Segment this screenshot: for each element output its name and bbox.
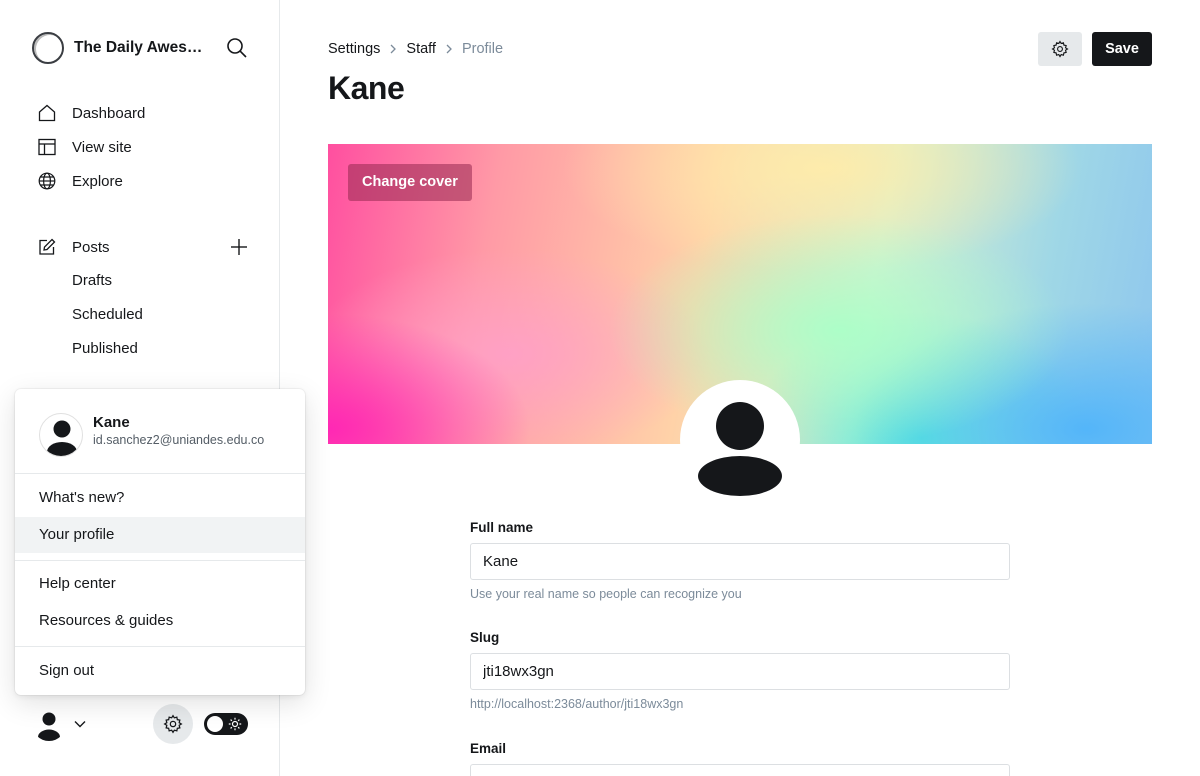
save-button[interactable]: Save (1092, 32, 1152, 66)
site-brand[interactable]: The Daily Awesome (32, 32, 210, 64)
menu-whats-new[interactable]: What's new? (15, 480, 305, 516)
email-input[interactable] (470, 764, 1010, 776)
change-cover-button[interactable]: Change cover (348, 164, 472, 201)
menu-user-email: id.sanchez2@uniandes.edu.co (93, 433, 265, 447)
nav-explore[interactable]: Explore (38, 171, 123, 191)
avatar-icon (38, 712, 60, 741)
user-avatar-button[interactable] (32, 707, 66, 741)
sun-icon (228, 717, 242, 731)
menu-your-profile[interactable]: Your profile (15, 517, 305, 553)
nav-view-site-label: View site (72, 138, 132, 156)
search-icon[interactable] (225, 36, 249, 60)
nav-view-site[interactable]: View site (38, 137, 132, 157)
new-post-plus-icon[interactable] (229, 237, 249, 257)
full-name-hint: Use your real name so people can recogni… (470, 587, 742, 601)
site-title: The Daily Awesome (74, 39, 210, 56)
gear-icon (163, 714, 183, 734)
nav-published[interactable]: Published (72, 340, 138, 357)
gear-icon (1051, 40, 1069, 58)
menu-user-name: Kane (93, 414, 130, 431)
menu-divider (15, 646, 305, 647)
breadcrumb-settings[interactable]: Settings (328, 41, 380, 57)
avatar-icon (47, 420, 77, 456)
nav-drafts[interactable]: Drafts (72, 272, 112, 289)
site-logo (32, 32, 64, 64)
avatar-icon (698, 402, 782, 496)
menu-sign-out[interactable]: Sign out (15, 653, 305, 689)
profile-picture[interactable] (680, 380, 800, 500)
chevron-down-icon[interactable] (73, 717, 87, 731)
menu-divider (15, 560, 305, 561)
nav-scheduled[interactable]: Scheduled (72, 306, 143, 323)
full-name-label: Full name (470, 520, 534, 535)
breadcrumb-staff[interactable]: Staff (406, 41, 436, 57)
breadcrumb: Settings Staff Profile (328, 41, 503, 57)
menu-help-center[interactable]: Help center (15, 566, 305, 602)
slug-input[interactable] (470, 653, 1010, 690)
email-label: Email (470, 741, 507, 756)
globe-icon (38, 172, 56, 190)
chevron-right-icon (390, 44, 397, 54)
menu-avatar (39, 413, 83, 457)
chevron-right-icon (446, 44, 452, 54)
slug-url-hint: http://localhost:2368/author/jti18wx3gn (470, 697, 684, 711)
slug-label: Slug (470, 630, 500, 645)
nav-posts-label: Posts (72, 238, 110, 256)
user-menu-dropdown: Kane id.sanchez2@uniandes.edu.co What's … (15, 389, 305, 695)
layout-icon (38, 138, 56, 156)
home-icon (38, 104, 56, 122)
nav-explore-label: Explore (72, 172, 123, 190)
nav-dashboard-label: Dashboard (72, 104, 146, 122)
profile-actions-button[interactable] (1038, 32, 1082, 66)
breadcrumb-profile: Profile (461, 41, 504, 57)
settings-button[interactable] (153, 704, 193, 744)
menu-resources-guides[interactable]: Resources & guides (15, 603, 305, 639)
page-title: Kane (328, 70, 405, 106)
menu-user-info: Kane id.sanchez2@uniandes.edu.co (39, 413, 279, 457)
nav-dashboard[interactable]: Dashboard (38, 103, 145, 123)
menu-divider (15, 473, 305, 474)
full-name-input[interactable] (470, 543, 1010, 580)
toggle-knob (207, 716, 223, 732)
theme-toggle[interactable] (204, 713, 248, 735)
edit-icon (39, 238, 56, 255)
nav-posts[interactable]: Posts (38, 237, 110, 257)
